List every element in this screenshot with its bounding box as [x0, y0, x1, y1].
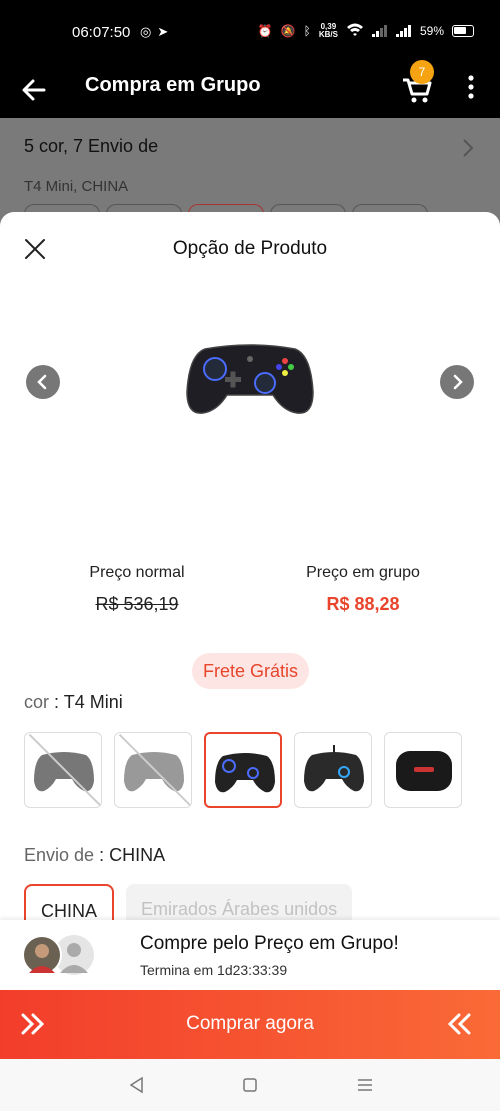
nav-back-icon[interactable] [127, 1075, 147, 1095]
buy-now-button[interactable]: Comprar agora [0, 990, 500, 1059]
next-image-button[interactable] [440, 365, 474, 399]
sheet-title: Opção de Produto [172, 238, 328, 259]
signal-icon-2 [395, 24, 412, 37]
group-price: R$ 88,28 [326, 594, 400, 614]
timer-label: Termina em [140, 962, 214, 978]
signal-icon-1 [371, 24, 388, 37]
wifi-icon [346, 22, 364, 39]
ship-value: CHINA [109, 845, 166, 865]
group-buy-timer: Termina em 1d23:33:39 [140, 962, 287, 978]
group-price-block: Preço em grupo R$ 88,28 [263, 564, 463, 615]
group-buy-title: Compre pelo Preço em Grupo! [140, 933, 399, 954]
free-shipping-badge: Frete Grátis [192, 653, 309, 689]
telegram-icon: ➤ [157, 24, 169, 39]
avatar [22, 935, 62, 975]
buy-now-label: Comprar agora [186, 1013, 314, 1034]
chevron-right-icon [463, 139, 474, 157]
back-arrow-icon[interactable] [20, 76, 48, 104]
color-swatch-1[interactable] [24, 732, 102, 808]
whatsapp-icon: ◎ [140, 24, 152, 39]
color-key: cor [24, 692, 50, 712]
timer-value: 1d23:33:39 [217, 962, 288, 978]
normal-price-block: Preço normal R$ 536,19 [37, 564, 237, 615]
page-title: Compra em Grupo [85, 74, 261, 96]
system-nav-bar [0, 1059, 500, 1111]
ship-option-china[interactable]: CHINA [24, 884, 115, 920]
normal-price-label: Preço normal [89, 564, 185, 581]
ship-key: Envio de [24, 845, 95, 865]
color-value: T4 Mini [63, 692, 123, 712]
group-purchase-bar: Compre pelo Preço em Grupo! Termina em 1… [0, 920, 500, 990]
color-swatch-2[interactable] [114, 732, 192, 808]
ship-from-label: Envio de : CHINA [24, 845, 166, 865]
status-bar: 06:07:50 ◎ ➤ ⏰ 🔕 ᛒ 0,39 KB/S 59% [0, 0, 500, 66]
network-speed: 0,39 KB/S [318, 21, 338, 39]
color-swatch-5[interactable] [384, 732, 462, 808]
variant-selected: T4 Mini, CHINA [24, 178, 129, 195]
nav-home-icon[interactable] [240, 1075, 260, 1095]
alarm-icon: ⏰ [257, 23, 273, 38]
chevron-left-icon [37, 374, 47, 390]
cart-count-badge: 7 [410, 60, 434, 84]
battery-icon [452, 24, 474, 37]
normal-price: R$ 536,19 [95, 594, 179, 614]
mute-icon: 🔕 [280, 23, 296, 38]
clock: 06:07:50 [72, 24, 131, 41]
group-price-label: Preço em grupo [306, 564, 420, 581]
bluetooth-icon: ᛒ [303, 23, 311, 38]
color-swatch-4[interactable] [294, 732, 372, 808]
previous-image-button[interactable] [26, 365, 60, 399]
product-image [186, 344, 314, 414]
product-option-sheet: Opção de Produto Preço normal R$ 536,19 … [0, 212, 500, 920]
color-swatch-3-selected[interactable] [204, 732, 282, 808]
nav-menu-icon[interactable] [355, 1075, 375, 1095]
battery-percent: 59% [419, 23, 444, 38]
color-swatches [24, 732, 462, 808]
chevron-right-icon [453, 374, 463, 390]
ship-option-uae[interactable]: Emirados Árabes unidos [126, 884, 353, 920]
notification-icons: ◎ ➤ [140, 24, 168, 40]
app-bar: Compra em Grupo 7 [0, 60, 500, 118]
double-chevron-left-icon [447, 1013, 471, 1035]
color-option-label: cor : T4 Mini [24, 692, 123, 712]
ship-from-options: CHINA Emirados Árabes unidos [24, 884, 353, 920]
variant-summary: 5 cor, 7 Envio de [24, 136, 159, 156]
more-options-icon[interactable] [466, 74, 476, 100]
system-icons: ⏰ 🔕 ᛒ 0,39 KB/S 59% [258, 22, 474, 39]
